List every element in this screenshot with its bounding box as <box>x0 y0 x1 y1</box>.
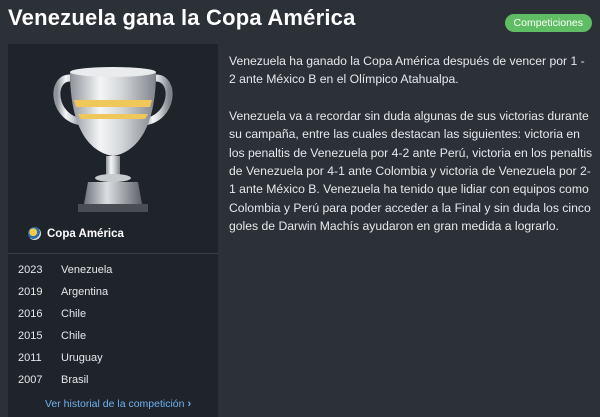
trophy-icon <box>48 56 178 226</box>
page-title: Venezuela gana la Copa América <box>8 5 356 30</box>
competition-name: Copa América <box>47 227 124 240</box>
competition-sidebar: Copa América 2023 Venezuela 2019 Argenti… <box>8 44 218 417</box>
winner-row: 2011 Uruguay <box>8 347 218 369</box>
winner-team[interactable]: Brasil <box>61 374 89 386</box>
category-badge[interactable]: Competiciones <box>504 14 592 32</box>
winner-team[interactable]: Chile <box>61 330 86 342</box>
article-paragraph: Venezuela ha ganado la Copa América desp… <box>229 54 585 87</box>
competition-logo-icon <box>28 227 41 240</box>
winner-year: 2015 <box>18 330 43 342</box>
winners-list: 2023 Venezuela 2019 Argentina 2016 Chile… <box>8 259 218 391</box>
winner-team[interactable]: Argentina <box>61 286 108 298</box>
winner-year: 2011 <box>18 352 42 364</box>
winner-year: 2016 <box>18 308 43 320</box>
winner-row: 2016 Chile <box>8 303 218 325</box>
winner-team[interactable]: Uruguay <box>61 352 103 364</box>
winner-year: 2023 <box>18 264 43 276</box>
winner-row: 2023 Venezuela <box>8 259 218 281</box>
history-link-label: Ver historial de la competición <box>45 398 185 410</box>
news-article: Venezuela ha ganado la Copa América desp… <box>229 52 593 254</box>
winner-row: 2015 Chile <box>8 325 218 347</box>
chevron-right-icon: › <box>187 398 192 410</box>
divider <box>8 253 218 254</box>
winner-row: 2019 Argentina <box>8 281 218 303</box>
competition-history-link[interactable]: Ver historial de la competición › <box>45 398 191 410</box>
winner-team[interactable]: Chile <box>61 308 86 320</box>
winner-year: 2019 <box>18 286 43 298</box>
winner-year: 2007 <box>18 374 43 386</box>
winner-team[interactable]: Venezuela <box>61 264 112 276</box>
competition-title[interactable]: Copa América <box>28 227 124 240</box>
winner-row: 2007 Brasil <box>8 369 218 391</box>
article-paragraph: Venezuela va a recordar sin duda algunas… <box>229 108 593 234</box>
